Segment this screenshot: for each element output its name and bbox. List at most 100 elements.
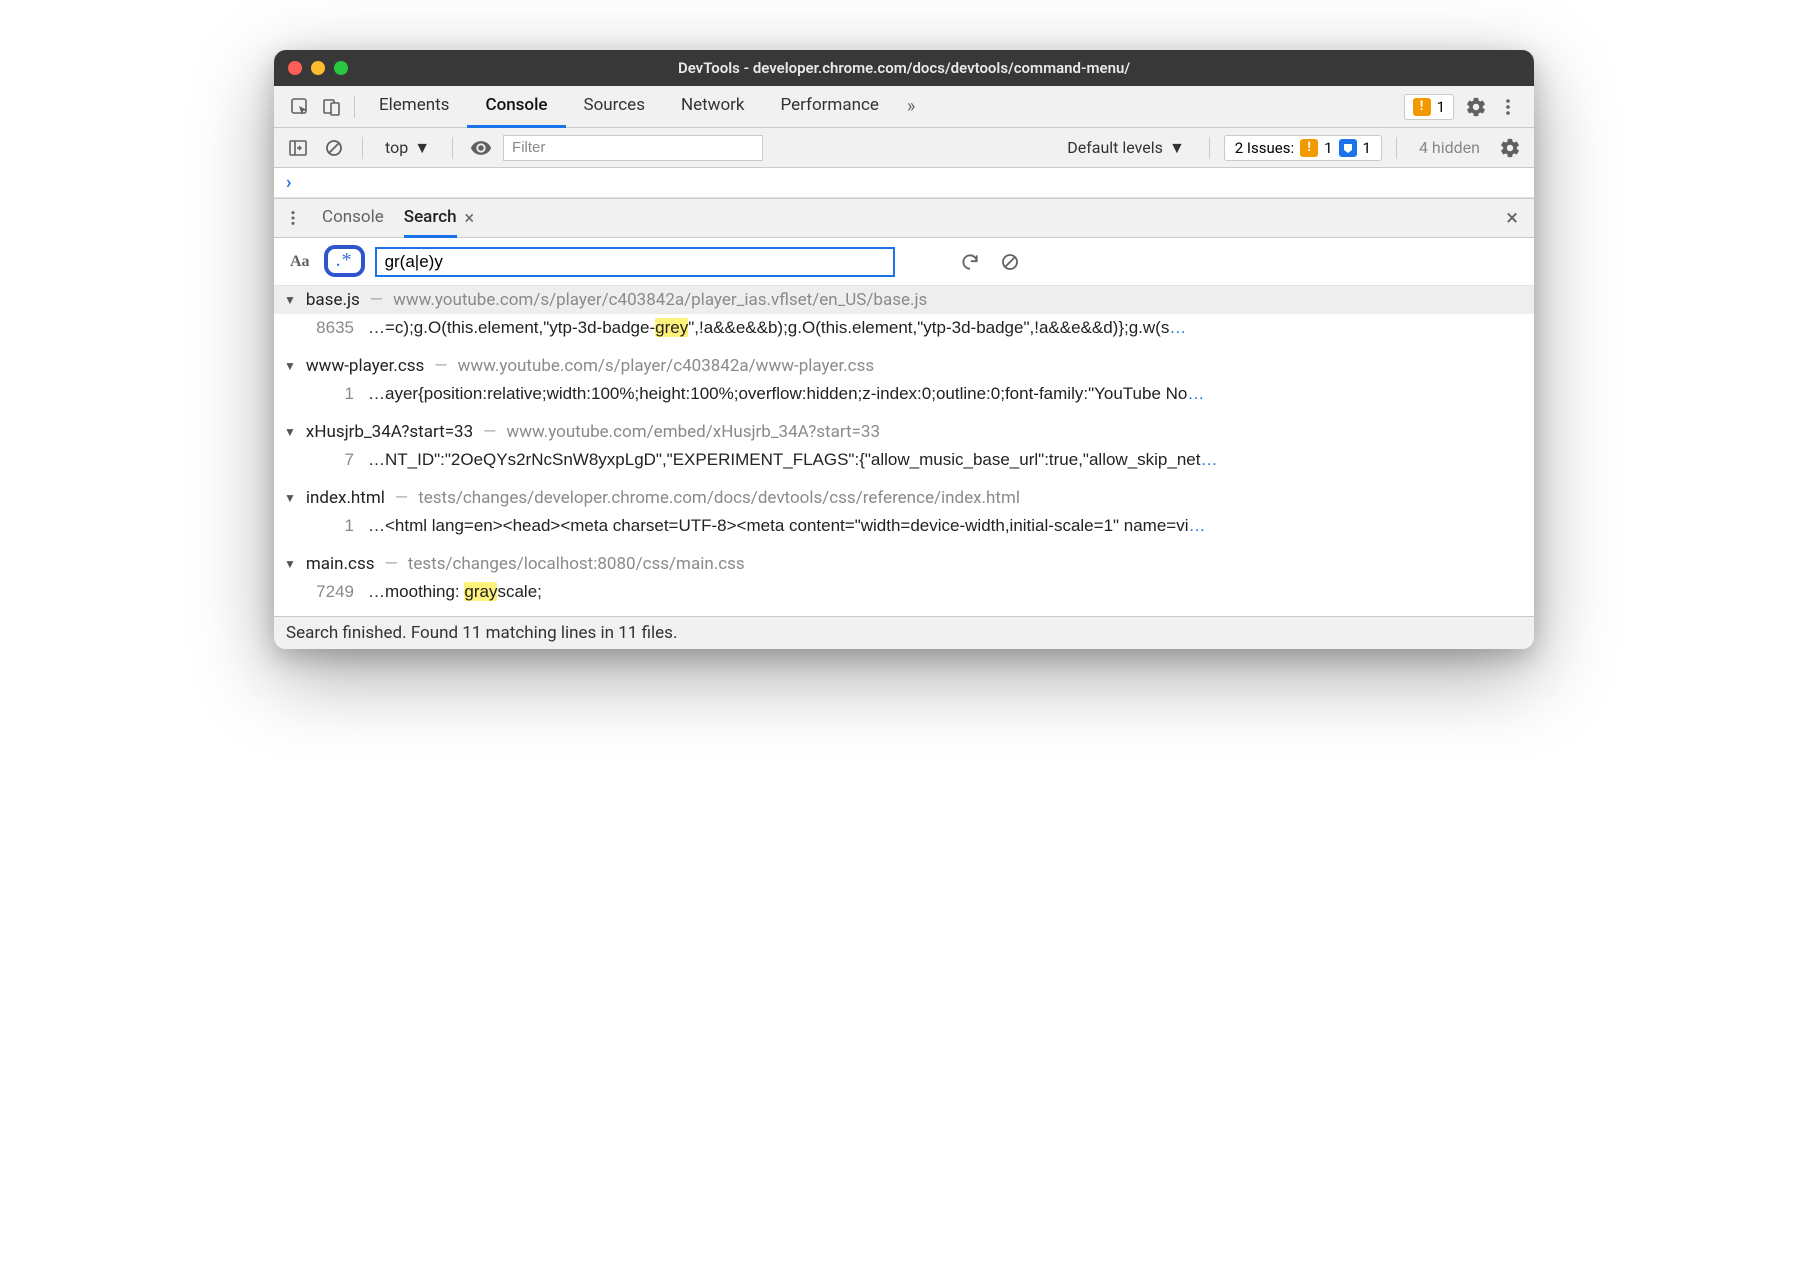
line-text: …=c);g.O(this.element,"ytp-3d-badge-grey… [368, 318, 1524, 338]
filter-input[interactable] [503, 135, 763, 161]
file-header[interactable]: ▼base.js—www.youtube.com/s/player/c40384… [274, 286, 1534, 314]
divider [1209, 137, 1210, 159]
more-tabs-icon[interactable]: » [897, 96, 925, 117]
prompt-caret-icon: › [286, 172, 291, 193]
separator: — [483, 422, 496, 442]
line-number: 1 [308, 384, 354, 404]
minimize-window-button[interactable] [311, 61, 325, 75]
close-drawer-icon[interactable]: × [1500, 206, 1524, 231]
file-group: ▼base.js—www.youtube.com/s/player/c40384… [274, 286, 1534, 352]
console-toolbar: top ▼ Default levels ▼ 2 Issues: ! 1 1 4… [274, 128, 1534, 168]
tab-network[interactable]: Network [663, 86, 763, 128]
chevron-down-icon: ▼ [284, 425, 296, 439]
chevron-down-icon: ▼ [414, 138, 430, 158]
file-name: xHusjrb_34A?start=33 [306, 422, 473, 442]
tab-elements[interactable]: Elements [361, 86, 467, 128]
issues-badge[interactable]: ! 1 [1404, 94, 1454, 120]
issue-warning-count: 1 [1324, 139, 1332, 157]
refresh-search-icon[interactable] [955, 247, 985, 277]
chevron-down-icon: ▼ [284, 491, 296, 505]
search-results: ▼ base.js — www.youtube.com/s/player/c40384… [274, 286, 1534, 616]
levels-label: Default levels [1067, 138, 1163, 157]
kebab-menu-icon[interactable] [1492, 91, 1524, 123]
clear-search-icon[interactable] [995, 247, 1025, 277]
drawer-tab-search[interactable]: Search [404, 198, 457, 238]
window-title: DevTools - developer.chrome.com/docs/dev… [274, 59, 1534, 77]
search-input[interactable] [375, 247, 895, 277]
issue-info-count: 1 [1363, 139, 1371, 157]
device-toolbar-icon[interactable] [316, 91, 348, 123]
close-window-button[interactable] [288, 61, 302, 75]
drawer-kebab-icon[interactable] [284, 209, 302, 227]
close-tab-icon[interactable]: × [465, 208, 475, 229]
match-case-toggle[interactable]: Aa [286, 251, 314, 273]
file-path: tests/changes/developer.chrome.com/docs/… [418, 488, 1020, 508]
result-line[interactable]: 1 …<html lang=en><head><meta charset=UTF-… [274, 512, 1534, 550]
warning-icon: ! [1300, 139, 1318, 157]
live-expressions-icon[interactable] [467, 134, 495, 162]
result-line[interactable]: 7 …NT_ID":"2OeQYs2rNcSnW8yxpLgD","EXPERIM… [274, 446, 1534, 484]
result-line[interactable]: 8635 …=c);g.O(this.element,"ytp-3d-badge-… [274, 314, 1534, 352]
drawer-tabs-bar: Console Search × × [274, 198, 1534, 238]
file-path: www.youtube.com/embed/xHusjrb_34A?start=… [506, 422, 880, 442]
chevron-down-icon: ▼ [1169, 138, 1185, 158]
main-tabs-bar: Elements Console Sources Network Perform… [274, 86, 1534, 128]
separator: — [434, 356, 447, 376]
result-line[interactable]: 7249…moothing: grayscale; [274, 578, 1534, 616]
file-header[interactable]: ▼ www-player.css — www.youtube.com/s/player… [274, 352, 1534, 380]
divider [1396, 137, 1397, 159]
search-bar: Aa .* [274, 238, 1534, 286]
separator: — [370, 290, 383, 310]
show-console-sidebar-icon[interactable] [284, 134, 312, 162]
issues-badge-count: 1 [1437, 98, 1445, 116]
divider [362, 137, 363, 159]
titlebar: DevTools - developer.chrome.com/docs/dev… [274, 50, 1534, 86]
devtools-window: DevTools - developer.chrome.com/docs/dev… [274, 50, 1534, 649]
warning-icon: ! [1413, 98, 1431, 116]
separator: — [395, 488, 408, 508]
console-settings-icon[interactable] [1496, 134, 1524, 162]
context-selector[interactable]: top ▼ [377, 138, 438, 158]
chevron-down-icon: ▼ [284, 557, 296, 571]
settings-icon[interactable] [1460, 91, 1492, 123]
file-group: ▼main.css—tests/changes/localhost:8080/c… [274, 550, 1534, 616]
drawer-tab-console[interactable]: Console [322, 198, 384, 238]
hidden-count[interactable]: 4 hidden [1411, 138, 1488, 157]
tab-sources[interactable]: Sources [566, 86, 663, 128]
file-path: tests/changes/localhost:8080/css/main.cs… [408, 554, 745, 574]
tab-console[interactable]: Console [467, 86, 565, 128]
clear-console-icon[interactable] [320, 134, 348, 162]
file-header[interactable]: ▼ index.html — tests/changes/developer.chro… [274, 484, 1534, 512]
file-name: main.css [306, 554, 375, 574]
line-number: 7 [308, 450, 354, 470]
file-path: www.youtube.com/s/player/c403842a/www-pl… [458, 356, 875, 376]
file-header[interactable]: ▼ xHusjrb_34A?start=33 — www.youtube.com/em… [274, 418, 1534, 446]
line-text: …ayer{position:relative;width:100%;heigh… [368, 384, 1524, 404]
line-number: 1 [308, 516, 354, 536]
tab-performance[interactable]: Performance [763, 86, 897, 128]
line-text: …NT_ID":"2OeQYs2rNcSnW8yxpLgD","EXPERIME… [368, 450, 1524, 470]
chevron-down-icon: ▼ [284, 359, 296, 373]
file-group: ▼ xHusjrb_34A?start=33 — www.youtube.com/em… [274, 418, 1534, 484]
file-name: index.html [306, 488, 385, 508]
status-bar: Search finished. Found 11 matching lines… [274, 616, 1534, 649]
issues-label: 2 Issues: [1235, 139, 1294, 157]
file-header[interactable]: ▼main.css—tests/changes/localhost:8080/c… [274, 550, 1534, 578]
file-name: base.js [306, 290, 360, 310]
line-text: …<html lang=en><head><meta charset=UTF-8… [368, 516, 1524, 536]
file-name: www-player.css [306, 356, 424, 376]
chevron-down-icon: ▼ [284, 293, 296, 307]
traffic-lights [288, 61, 348, 75]
regex-toggle[interactable]: .* [324, 245, 365, 277]
result-line[interactable]: 1 …ayer{position:relative;width:100%;heig… [274, 380, 1534, 418]
console-prompt[interactable]: › [274, 168, 1534, 198]
divider [354, 96, 355, 118]
issues-summary[interactable]: 2 Issues: ! 1 1 [1224, 135, 1382, 161]
info-icon [1339, 139, 1357, 157]
file-group: ▼ index.html — tests/changes/developer.chro… [274, 484, 1534, 550]
log-levels-selector[interactable]: Default levels ▼ [1057, 138, 1195, 158]
inspect-element-icon[interactable] [284, 91, 316, 123]
line-number: 8635 [308, 318, 354, 338]
context-label: top [385, 138, 408, 157]
maximize-window-button[interactable] [334, 61, 348, 75]
